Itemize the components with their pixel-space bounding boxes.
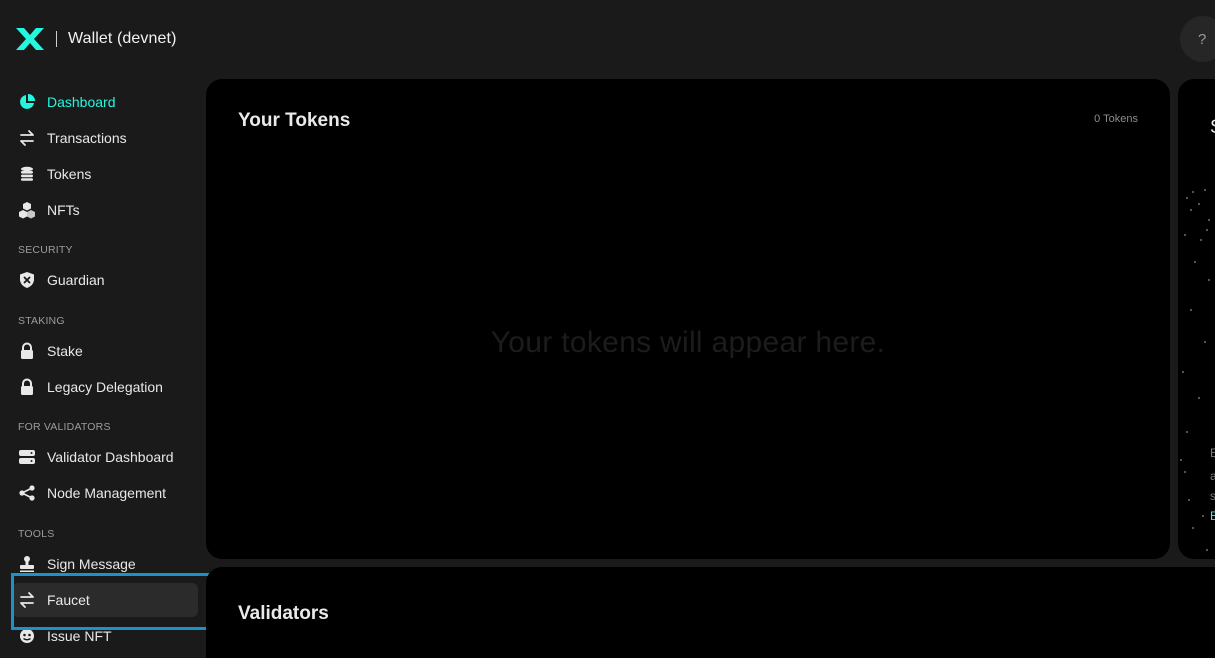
- swap-arrows-icon: [17, 590, 37, 610]
- tokens-card-title: Your Tokens: [238, 110, 351, 131]
- side-card-link[interactable]: E: [1210, 509, 1215, 523]
- lock-icon: [17, 341, 37, 361]
- sidebar-item-label: Guardian: [47, 272, 105, 288]
- help-icon: ?: [1198, 30, 1207, 48]
- sidebar-item-label: Tokens: [47, 166, 92, 182]
- side-card-text-1: E: [1210, 446, 1215, 460]
- sidebar-item-nfts[interactable]: NFTs: [12, 193, 198, 227]
- sidebar-item-validator-dashboard[interactable]: Validator Dashboard: [12, 440, 198, 474]
- help-button[interactable]: ?: [1180, 16, 1215, 62]
- coins-icon: [17, 164, 37, 184]
- server-icon: [17, 447, 37, 467]
- sidebar-item-label: Transactions: [47, 130, 127, 146]
- app-root: Wallet (devnet) ? Dashboard Transactions…: [0, 0, 1215, 658]
- sidebar-item-label: Sign Message: [47, 556, 136, 572]
- sidebar-item-label: Legacy Delegation: [47, 379, 163, 395]
- sidebar-item-label: Validator Dashboard: [47, 449, 174, 465]
- pie-chart-icon: [17, 92, 37, 112]
- sidebar-item-guardian[interactable]: Guardian: [12, 263, 198, 297]
- cubes-icon: [17, 200, 37, 220]
- sidebar-item-label: Node Management: [47, 485, 167, 501]
- sidebar-item-tokens[interactable]: Tokens: [12, 157, 198, 191]
- validators-card-title: Validators: [238, 603, 329, 624]
- side-card: S E a s E: [1178, 79, 1215, 559]
- sidebar-item-legacy-delegation[interactable]: Legacy Delegation: [12, 370, 198, 404]
- section-label-for-validators: FOR VALIDATORS: [18, 421, 111, 433]
- validators-card: Validators: [206, 567, 1215, 658]
- tokens-card: Your Tokens 0 Tokens Your tokens will ap…: [206, 79, 1170, 559]
- swap-arrows-icon: [17, 128, 37, 148]
- side-card-title: S: [1210, 117, 1215, 139]
- nft-icon: [17, 626, 37, 646]
- side-card-text-3: s: [1210, 489, 1215, 503]
- lock-icon: [17, 377, 37, 397]
- shield-icon: [17, 270, 37, 290]
- tokens-count: 0 Tokens: [1094, 113, 1138, 125]
- sidebar-item-stake[interactable]: Stake: [12, 334, 198, 368]
- sidebar-item-label: Faucet: [47, 592, 90, 608]
- side-card-text-2: a: [1210, 469, 1215, 483]
- sidebar-item-faucet[interactable]: Faucet: [12, 583, 198, 617]
- section-label-tools: TOOLS: [18, 528, 55, 540]
- section-label-staking: STAKING: [18, 315, 65, 327]
- section-label-security: SECURITY: [18, 244, 73, 256]
- tokens-empty-message: Your tokens will appear here.: [490, 326, 886, 359]
- sidebar-item-node-management[interactable]: Node Management: [12, 476, 198, 510]
- sidebar-item-dashboard[interactable]: Dashboard: [12, 85, 198, 119]
- sidebar-item-label: Stake: [47, 343, 83, 359]
- share-icon: [17, 483, 37, 503]
- sidebar-item-issue-nft[interactable]: Issue NFT: [12, 619, 198, 653]
- sidebar: Dashboard Transactions Tokens NFTs SECUR…: [0, 0, 211, 658]
- sidebar-item-label: NFTs: [47, 202, 80, 218]
- sidebar-item-label: Dashboard: [47, 94, 116, 110]
- sidebar-item-transactions[interactable]: Transactions: [12, 121, 198, 155]
- sidebar-item-sign-message[interactable]: Sign Message: [12, 547, 198, 581]
- sidebar-item-label: Issue NFT: [47, 628, 112, 644]
- stamp-icon: [17, 554, 37, 574]
